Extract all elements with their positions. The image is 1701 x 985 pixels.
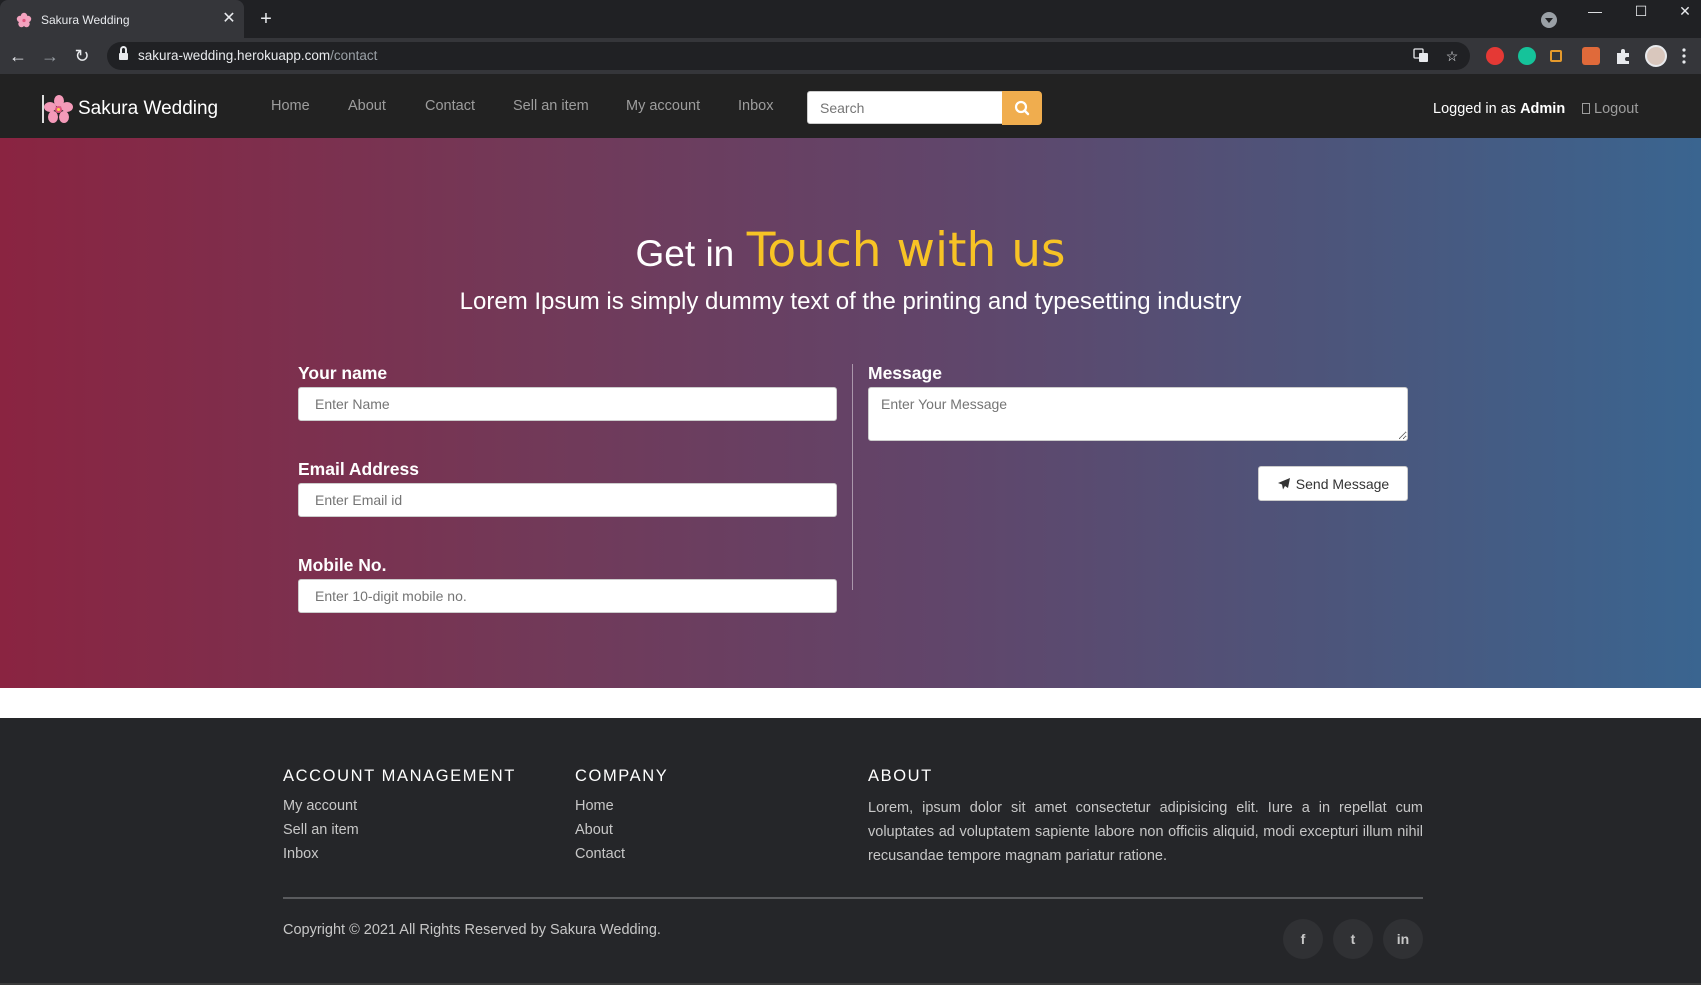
browser-toolbar: ← → ↻ sakura-wedding.herokuapp.com/conta… bbox=[0, 38, 1701, 74]
search-icon bbox=[1014, 100, 1030, 116]
footer-company-heading: COMPANY bbox=[575, 767, 669, 785]
nav-about[interactable]: About bbox=[348, 98, 386, 114]
email-field[interactable] bbox=[298, 483, 837, 517]
contact-form-right: Message bbox=[868, 363, 1408, 441]
send-message-label: Send Message bbox=[1295, 475, 1390, 492]
page-title: Get in Touch with us bbox=[0, 223, 1701, 278]
site-footer: ACCOUNT MANAGEMENT My account Sell an it… bbox=[0, 718, 1701, 985]
lock-icon bbox=[119, 46, 128, 61]
footer-link-contact[interactable]: Contact bbox=[575, 846, 625, 862]
nav-contact[interactable]: Contact bbox=[425, 98, 475, 114]
browser-tab-strip: Sakura Wedding ✕ + — ☐ ✕ bbox=[0, 0, 1701, 38]
back-icon[interactable]: ← bbox=[6, 44, 30, 68]
star-icon[interactable]: ☆ bbox=[1443, 47, 1461, 65]
footer-account-heading: ACCOUNT MANAGEMENT bbox=[283, 767, 516, 785]
logout-link[interactable]: Logout bbox=[1582, 101, 1638, 117]
address-bar[interactable]: sakura-wedding.herokuapp.com/contact ☆ bbox=[107, 42, 1470, 70]
email-label: Email Address bbox=[298, 459, 419, 479]
browser-tab[interactable]: Sakura Wedding ✕ bbox=[0, 0, 244, 38]
twitter-icon[interactable]: t bbox=[1333, 919, 1373, 959]
brand-name: Sakura Wedding bbox=[78, 98, 219, 119]
mobile-label: Mobile No. bbox=[298, 555, 387, 575]
paper-plane-icon bbox=[1277, 477, 1290, 489]
name-field[interactable] bbox=[298, 387, 837, 421]
extension-red-icon[interactable] bbox=[1486, 47, 1504, 65]
page-subtitle: Lorem Ipsum is simply dummy text of the … bbox=[459, 288, 1242, 315]
brand-link[interactable]: Sakura Wedding bbox=[42, 94, 218, 124]
footer-about-text: Lorem, ipsum dolor sit amet consectetur … bbox=[868, 800, 1423, 864]
sakura-favicon-icon bbox=[16, 12, 32, 28]
name-label: Your name bbox=[298, 363, 388, 383]
linkedin-icon[interactable]: in bbox=[1383, 919, 1423, 959]
tab-search-icon[interactable] bbox=[1541, 12, 1557, 28]
translate-icon[interactable] bbox=[1412, 47, 1430, 65]
profile-avatar-icon[interactable] bbox=[1645, 45, 1667, 67]
nav-inbox[interactable]: Inbox bbox=[738, 98, 773, 114]
contact-form-left: Your name Email Address Mobile No. bbox=[298, 363, 837, 651]
message-field[interactable] bbox=[868, 387, 1408, 441]
extension-figure-icon[interactable] bbox=[1582, 47, 1600, 65]
title-accent: Touch with us bbox=[746, 223, 1066, 278]
contact-hero-section: Get in Touch with us Lorem Ipsum is simp… bbox=[0, 138, 1701, 688]
footer-link-my-account[interactable]: My account bbox=[283, 798, 357, 814]
nav-my-account[interactable]: My account bbox=[626, 98, 700, 114]
tab-title: Sakura Wedding bbox=[41, 13, 130, 27]
footer-about-heading: ABOUT bbox=[868, 767, 933, 785]
nav-home[interactable]: Home bbox=[271, 98, 310, 114]
search-input[interactable] bbox=[807, 91, 1003, 124]
tab-close-icon[interactable]: ✕ bbox=[221, 10, 237, 28]
grammarly-icon[interactable] bbox=[1518, 47, 1536, 65]
search-button[interactable] bbox=[1002, 91, 1042, 125]
logged-in-status: Logged in as Admin bbox=[1433, 101, 1566, 117]
forward-icon[interactable]: → bbox=[38, 44, 62, 68]
form-divider bbox=[852, 364, 853, 590]
reload-icon[interactable]: ↻ bbox=[70, 44, 94, 68]
message-label: Message bbox=[868, 363, 942, 383]
window-minimize-button[interactable]: — bbox=[1572, 0, 1618, 24]
footer-link-inbox[interactable]: Inbox bbox=[283, 846, 318, 862]
logout-icon bbox=[1582, 103, 1590, 114]
kebab-menu-icon[interactable] bbox=[1681, 47, 1687, 65]
footer-link-about[interactable]: About bbox=[575, 822, 613, 838]
facebook-icon[interactable]: f bbox=[1283, 919, 1323, 959]
footer-link-home[interactable]: Home bbox=[575, 798, 614, 814]
window-close-button[interactable]: ✕ bbox=[1662, 0, 1701, 24]
footer-link-sell-an-item[interactable]: Sell an item bbox=[283, 822, 359, 838]
mobile-field[interactable] bbox=[298, 579, 837, 613]
copyright-text: Copyright © 2021 All Rights Reserved by … bbox=[283, 922, 661, 938]
new-tab-button[interactable]: + bbox=[256, 9, 276, 29]
send-message-button[interactable]: Send Message bbox=[1258, 466, 1408, 501]
puzzle-icon[interactable] bbox=[1614, 47, 1632, 65]
extension-orange-icon[interactable] bbox=[1550, 50, 1562, 62]
nav-sell-an-item[interactable]: Sell an item bbox=[513, 98, 589, 114]
url-text: sakura-wedding.herokuapp.com/contact bbox=[138, 48, 378, 63]
window-maximize-button[interactable]: ☐ bbox=[1618, 0, 1664, 24]
logged-in-user: Admin bbox=[1520, 101, 1566, 117]
footer-divider bbox=[283, 897, 1423, 899]
sakura-logo-icon bbox=[42, 95, 73, 123]
title-plain: Get in bbox=[635, 233, 735, 274]
